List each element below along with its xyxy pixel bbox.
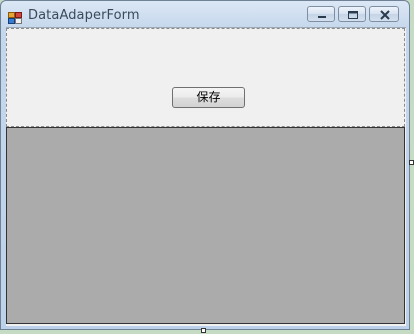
minimize-icon bbox=[318, 16, 326, 18]
form-client-area: 保存 bbox=[6, 27, 406, 326]
title-bar[interactable]: DataAdaperForm bbox=[1, 1, 409, 29]
data-grid-view[interactable] bbox=[6, 127, 405, 324]
form-window: DataAdaperForm 保存 bbox=[0, 0, 410, 330]
close-button[interactable] bbox=[369, 6, 399, 22]
maximize-icon bbox=[348, 11, 358, 19]
resize-handle-right[interactable] bbox=[409, 160, 414, 165]
window-title: DataAdaperForm bbox=[28, 8, 140, 23]
close-icon bbox=[380, 10, 390, 20]
resize-handle-bottom[interactable] bbox=[201, 328, 206, 333]
minimize-button[interactable] bbox=[307, 6, 335, 22]
top-panel: 保存 bbox=[6, 28, 405, 127]
save-button[interactable]: 保存 bbox=[172, 87, 245, 108]
maximize-button[interactable] bbox=[338, 6, 366, 22]
app-form-icon bbox=[8, 9, 22, 24]
